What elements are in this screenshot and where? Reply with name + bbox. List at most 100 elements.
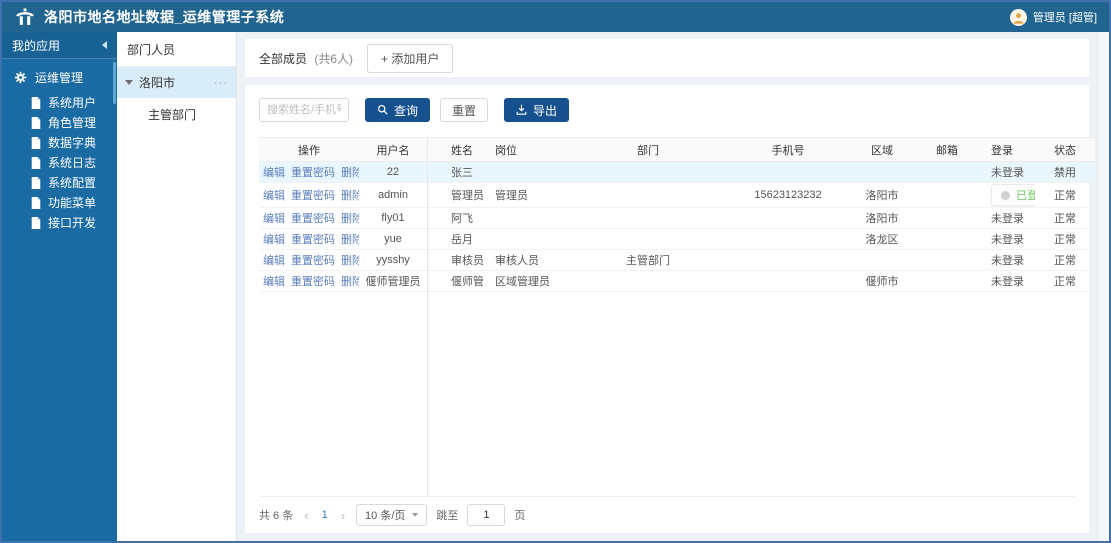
cell-dept <box>573 270 723 292</box>
search-toolbar: 查询 重置 导出 <box>259 98 1075 122</box>
cell-dept <box>573 182 723 208</box>
cell-dept <box>573 207 723 229</box>
cell-name: 偃师管理员 <box>427 270 483 292</box>
page-scrollbar[interactable] <box>1097 32 1109 541</box>
export-button[interactable]: 导出 <box>504 98 570 122</box>
search-icon <box>377 104 389 116</box>
edit-link[interactable]: 编辑 <box>263 213 285 225</box>
sidebar-group-ops[interactable]: 运维管理 <box>2 59 117 93</box>
search-input[interactable] <box>259 98 349 122</box>
cell-phone <box>723 270 853 292</box>
cell-phone <box>723 207 853 229</box>
cell-region <box>853 249 911 271</box>
export-button-label: 导出 <box>533 103 558 118</box>
cell-name: 阿飞 <box>427 207 483 229</box>
edit-link[interactable]: 编辑 <box>263 167 285 179</box>
table-row: 编辑重置密码删除22张三 未登录禁用 <box>259 161 1095 183</box>
cell-login: 未登录 <box>983 249 1035 271</box>
tree-node-root[interactable]: 洛阳市 ··· <box>117 67 236 98</box>
column-header-4: 部门 <box>573 137 723 162</box>
cell-name: 张三 <box>427 161 483 183</box>
cell-region <box>853 161 911 183</box>
cell-login: 未登录 <box>983 270 1035 292</box>
cell-dept <box>573 161 723 183</box>
topbar: 洛阳市地名地址数据_运维管理子系统 管理员 [超管] <box>2 2 1109 32</box>
reset-password-link[interactable]: 重置密码 <box>291 255 335 267</box>
delete-link[interactable]: 删除 <box>341 190 359 202</box>
main-content: 全部成员 (共6人) + 添加用户 查询 重置 <box>237 32 1097 541</box>
sidebar-item-3[interactable]: 系统日志 <box>2 153 117 173</box>
reset-password-link[interactable]: 重置密码 <box>291 213 335 225</box>
pagination-page-1[interactable]: 1 <box>320 509 330 521</box>
delete-link[interactable]: 删除 <box>341 276 359 288</box>
user-menu[interactable]: 管理员 [超管] <box>1009 8 1097 26</box>
cell-username: fly01 <box>359 207 427 229</box>
collapse-arrow-icon[interactable] <box>102 41 107 49</box>
row-actions: 编辑重置密码删除 <box>259 207 359 229</box>
members-count-label: 全部成员 (共6人) <box>259 50 353 67</box>
sidebar-item-2[interactable]: 数据字典 <box>2 133 117 153</box>
tree-node-more-icon[interactable]: ··· <box>214 77 228 89</box>
user-name-label: 管理员 [超管] <box>1032 12 1097 24</box>
caret-down-icon[interactable] <box>125 80 133 85</box>
page-size-select[interactable]: 10 条/页 <box>356 504 428 526</box>
cell-name: 岳月 <box>427 228 483 250</box>
login-status-label: 已登录 <box>1016 190 1035 202</box>
gear-icon <box>14 71 28 85</box>
reset-password-link[interactable]: 重置密码 <box>291 234 335 246</box>
fixed-column-divider <box>427 137 428 496</box>
delete-link[interactable]: 删除 <box>341 255 359 267</box>
cell-username: admin <box>359 182 427 208</box>
file-icon <box>30 197 42 209</box>
app-window: 洛阳市地名地址数据_运维管理子系统 管理员 [超管] 我的应用 运维管理 系统用… <box>0 0 1111 543</box>
cell-status: 正常 <box>1035 182 1095 208</box>
cell-status: 禁用 <box>1035 161 1095 183</box>
sidebar-header[interactable]: 我的应用 <box>2 32 117 59</box>
user-table: 操作用户名姓名岗位部门手机号区域邮箱登录状态 编辑重置密码删除22张三未登录禁用… <box>259 137 1095 292</box>
sidebar-item-4[interactable]: 系统配置 <box>2 173 117 193</box>
pagination-prev-button[interactable]: ‹ <box>302 508 310 523</box>
delete-link[interactable]: 删除 <box>341 167 359 179</box>
reset-password-link[interactable]: 重置密码 <box>291 167 335 179</box>
cell-username: yue <box>359 228 427 250</box>
add-user-button[interactable]: + 添加用户 <box>367 43 454 73</box>
reset-password-link[interactable]: 重置密码 <box>291 276 335 288</box>
cell-email <box>911 270 983 292</box>
cell-login: 未登录 <box>983 228 1035 250</box>
file-icon <box>30 177 42 189</box>
delete-link[interactable]: 删除 <box>341 213 359 225</box>
row-actions: 编辑重置密码删除 <box>259 228 359 250</box>
pagination: 共 6 条 ‹ 1 › 10 条/页 跳至 页 <box>259 497 1075 527</box>
edit-link[interactable]: 编辑 <box>263 190 285 202</box>
delete-link[interactable]: 删除 <box>341 234 359 246</box>
sidebar-item-6[interactable]: 接口开发 <box>2 213 117 233</box>
reset-password-link[interactable]: 重置密码 <box>291 190 335 202</box>
login-status-badge[interactable]: 已登录 <box>991 184 1035 206</box>
jump-page-input[interactable] <box>467 504 506 526</box>
page-title: 洛阳市地名地址数据_运维管理子系统 <box>44 9 285 25</box>
sidebar-item-1[interactable]: 角色管理 <box>2 113 117 133</box>
cell-phone <box>723 161 853 183</box>
cell-phone <box>723 249 853 271</box>
tree-node-child[interactable]: 主管部门 <box>117 98 236 131</box>
cell-region: 洛龙区 <box>853 228 911 250</box>
pagination-next-button[interactable]: › <box>339 508 347 523</box>
sidebar-group-label: 运维管理 <box>35 71 84 85</box>
sidebar-scrollbar[interactable] <box>113 62 116 104</box>
cell-post: 区域管理员 <box>483 270 573 292</box>
cell-region: 洛阳市 <box>853 207 911 229</box>
login-dot-icon <box>1001 190 1010 200</box>
cell-login: 已登录 <box>983 182 1035 208</box>
column-header-5: 手机号 <box>723 137 853 162</box>
sidebar-item-5[interactable]: 功能菜单 <box>2 193 117 213</box>
column-header-7: 邮箱 <box>911 137 983 162</box>
sidebar-item-label: 系统日志 <box>48 156 97 170</box>
reset-button[interactable]: 重置 <box>440 98 489 122</box>
edit-link[interactable]: 编辑 <box>263 276 285 288</box>
search-button[interactable]: 查询 <box>365 98 431 122</box>
edit-link[interactable]: 编辑 <box>263 255 285 267</box>
cell-name: 管理员 <box>427 182 483 208</box>
sidebar-item-0[interactable]: 系统用户 <box>2 93 117 113</box>
edit-link[interactable]: 编辑 <box>263 234 285 246</box>
table-row: 编辑重置密码删除yysshy审核员审核人员主管部门 未登录正常 <box>259 249 1095 271</box>
